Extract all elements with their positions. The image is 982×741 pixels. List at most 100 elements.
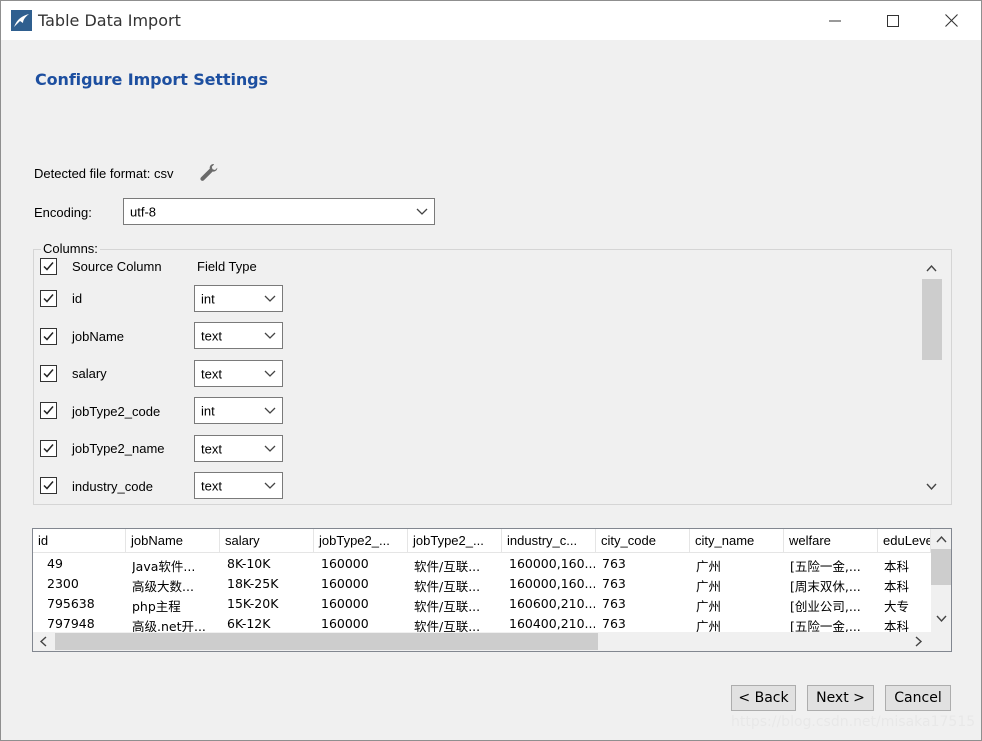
preview-cell: 软件/互联... xyxy=(414,559,481,574)
preview-cell: [五险一金,... xyxy=(790,619,861,632)
preview-cell: 软件/互联... xyxy=(414,579,481,594)
columns-legend: Columns: xyxy=(41,241,100,256)
preview-cell: 软件/互联... xyxy=(414,619,481,632)
preview-header[interactable]: city_code xyxy=(596,529,690,553)
scroll-right-icon[interactable] xyxy=(915,636,923,647)
column-checkbox-jobName[interactable] xyxy=(40,328,57,345)
checkmark-icon xyxy=(43,262,54,271)
field-type-value: text xyxy=(201,366,222,381)
column-checkbox-salary[interactable] xyxy=(40,365,57,382)
field-type-value: text xyxy=(201,478,222,493)
chevron-down-icon xyxy=(264,482,276,489)
preview-cell: 本科 xyxy=(884,579,910,594)
preview-header[interactable]: eduLeve xyxy=(878,529,931,553)
field-type-value: text xyxy=(201,441,222,456)
title-bar[interactable]: Table Data Import xyxy=(1,1,981,40)
field-type-value: text xyxy=(201,328,222,343)
encoding-select[interactable]: utf-8 xyxy=(123,198,435,225)
preview-cell: 软件/互联... xyxy=(414,599,481,614)
preview-cell: 8K-10K xyxy=(227,556,271,571)
preview-vertical-thumb[interactable] xyxy=(931,549,951,585)
preview-cell: 160000,160... xyxy=(509,576,595,591)
preview-cell: 763 xyxy=(602,616,626,631)
preview-header[interactable]: welfare xyxy=(784,529,878,553)
page-title: Configure Import Settings xyxy=(35,70,268,89)
data-preview-grid[interactable]: id jobName salary jobType2_... jobType2_… xyxy=(32,528,952,652)
maximize-button[interactable] xyxy=(864,1,922,40)
columns-group xyxy=(33,249,952,505)
preview-cell: 广州 xyxy=(696,599,722,614)
scroll-up-icon[interactable] xyxy=(926,264,937,272)
field-type-value: int xyxy=(201,403,215,418)
preview-cell: 本科 xyxy=(884,619,910,632)
scroll-down-icon[interactable] xyxy=(926,483,937,491)
wrench-icon[interactable] xyxy=(198,162,220,184)
column-checkbox-id[interactable] xyxy=(40,290,57,307)
preview-header[interactable]: salary xyxy=(220,529,314,553)
chevron-down-icon xyxy=(264,332,276,339)
checkmark-icon xyxy=(43,294,54,303)
cancel-button[interactable]: Cancel xyxy=(885,685,951,711)
preview-cell: 2300 xyxy=(47,576,79,591)
preview-cell: 高级大数... xyxy=(132,579,194,594)
scrollbar-corner xyxy=(931,632,951,651)
column-name: jobName xyxy=(72,329,125,344)
field-type-select[interactable]: int xyxy=(194,285,283,312)
chevron-down-icon xyxy=(264,370,276,377)
field-type-select[interactable]: int xyxy=(194,397,283,424)
preview-header[interactable]: city_name xyxy=(690,529,784,553)
preview-cell: 广州 xyxy=(696,579,722,594)
preview-cell: 高级.net开... xyxy=(132,619,206,632)
preview-cell: 795638 xyxy=(47,596,95,611)
preview-cell: 160000 xyxy=(321,616,369,631)
preview-cell: [五险一金,... xyxy=(790,559,861,574)
preview-cell: 本科 xyxy=(884,559,910,574)
encoding-value: utf-8 xyxy=(130,204,157,219)
chevron-down-icon xyxy=(264,295,276,302)
preview-header[interactable]: jobType2_... xyxy=(314,529,408,553)
close-button[interactable] xyxy=(922,1,980,40)
preview-cell: 160400,210... xyxy=(509,616,595,631)
watermark-text: https://blog.csdn.net/misaka17515 xyxy=(731,714,976,730)
column-name: salary xyxy=(72,366,107,381)
minimize-button[interactable] xyxy=(806,1,864,40)
preview-cell: php主程 xyxy=(132,599,181,614)
field-type-select[interactable]: text xyxy=(194,435,283,462)
column-name: industry_code xyxy=(72,479,153,494)
detected-format-label: Detected file format: csv xyxy=(34,166,174,181)
preview-cell: 15K-20K xyxy=(227,596,279,611)
field-type-value: int xyxy=(201,291,215,306)
import-wizard-window: Table Data Import Configure Import Setti… xyxy=(0,0,982,741)
preview-header[interactable]: industry_c... xyxy=(502,529,596,553)
scroll-up-icon[interactable] xyxy=(936,535,947,543)
close-icon xyxy=(944,14,958,27)
preview-cell: 广州 xyxy=(696,619,722,632)
preview-cell: 763 xyxy=(602,576,626,591)
column-name: jobType2_name xyxy=(72,441,165,456)
next-button[interactable]: Next > xyxy=(807,685,874,711)
preview-cell: 763 xyxy=(602,556,626,571)
preview-cell: [创业公司,... xyxy=(790,599,861,614)
preview-header[interactable]: id xyxy=(33,529,126,553)
column-checkbox-industry_code[interactable] xyxy=(40,477,57,494)
preview-cell: 160000 xyxy=(321,596,369,611)
column-name: jobType2_code xyxy=(72,404,161,419)
back-button[interactable]: < Back xyxy=(731,685,796,711)
checkmark-icon xyxy=(43,406,54,415)
scroll-left-icon[interactable] xyxy=(39,636,47,647)
column-name: id xyxy=(72,291,83,306)
preview-horizontal-thumb[interactable] xyxy=(55,633,598,650)
scroll-down-icon[interactable] xyxy=(936,615,947,623)
field-type-select[interactable]: text xyxy=(194,322,283,349)
chevron-down-icon xyxy=(416,208,428,215)
field-type-select[interactable]: text xyxy=(194,472,283,499)
field-type-select[interactable]: text xyxy=(194,360,283,387)
columns-scrollbar-thumb[interactable] xyxy=(922,279,942,360)
column-checkbox-jobType2_code[interactable] xyxy=(40,402,57,419)
preview-header[interactable]: jobName xyxy=(126,529,220,553)
column-checkbox-jobType2_name[interactable] xyxy=(40,440,57,457)
source-column-header: Source Column xyxy=(72,259,162,274)
select-all-checkbox[interactable] xyxy=(40,258,57,275)
preview-header[interactable]: jobType2_... xyxy=(408,529,502,553)
chevron-down-icon xyxy=(264,445,276,452)
